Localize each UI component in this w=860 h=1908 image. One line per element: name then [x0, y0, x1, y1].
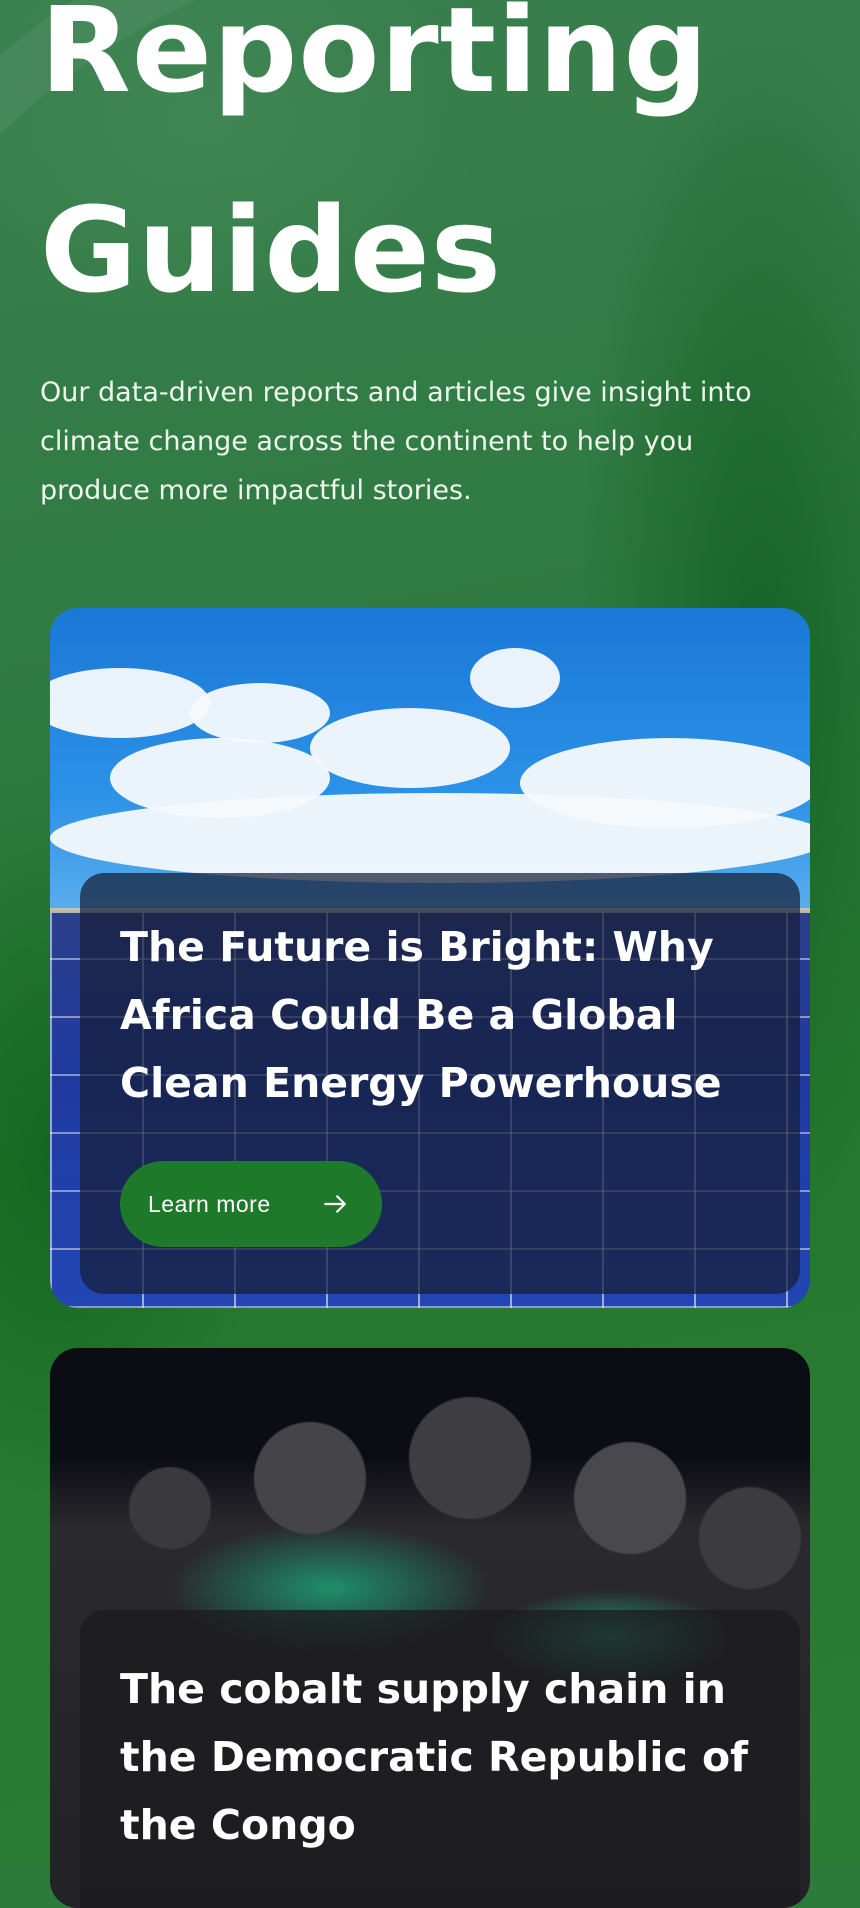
card-title[interactable]: The Future is Bright: Why Africa Could B…: [120, 913, 770, 1117]
article-card-clean-energy[interactable]: The Future is Bright: Why Africa Could B…: [50, 608, 810, 1308]
hero-description: Our data-driven reports and articles giv…: [40, 377, 752, 506]
learn-more-label: Learn more: [148, 1190, 271, 1217]
article-card-cobalt[interactable]: The cobalt supply chain in the Democrati…: [50, 1348, 810, 1908]
card-title[interactable]: The cobalt supply chain in the Democrati…: [120, 1655, 770, 1859]
page-title: Reporting Guides: [40, 0, 709, 319]
learn-more-button[interactable]: Learn more: [120, 1161, 382, 1247]
arrow-right-icon: [324, 1195, 346, 1213]
